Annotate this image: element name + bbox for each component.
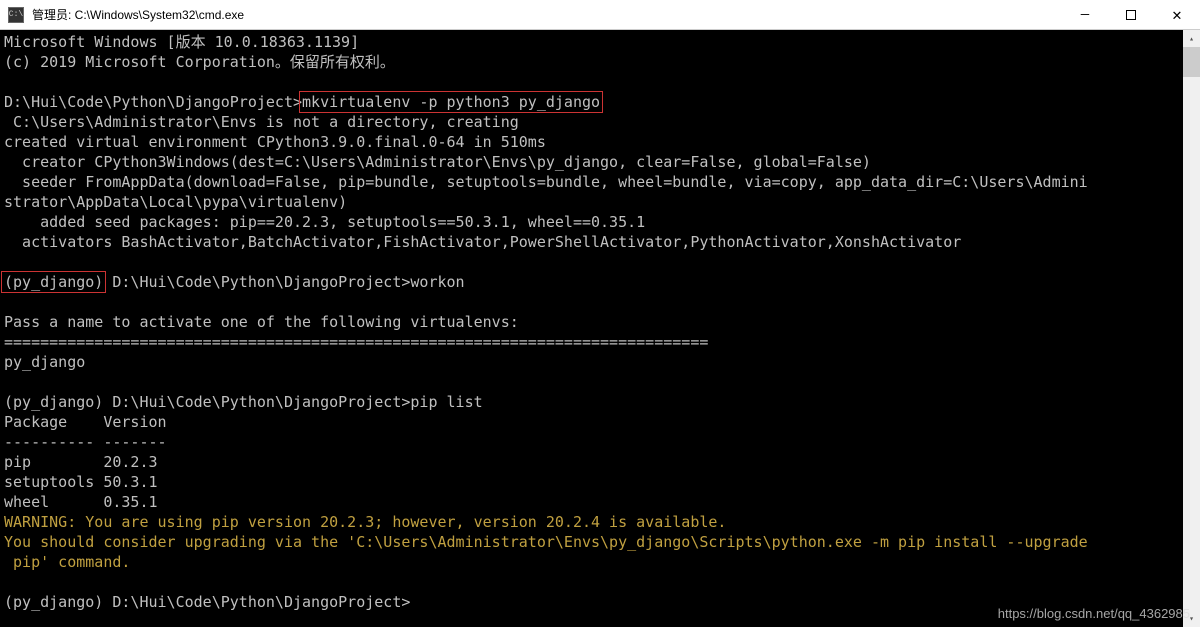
cmd-icon: C:\	[8, 7, 24, 23]
line: strator\AppData\Local\pypa\virtualenv)	[4, 193, 347, 211]
line: C:\Users\Administrator\Envs is not a dir…	[4, 113, 519, 131]
line: (c) 2019 Microsoft Corporation。保留所有权利。	[4, 53, 395, 71]
line: creator CPython3Windows(dest=C:\Users\Ad…	[4, 153, 871, 171]
close-button[interactable]: ✕	[1154, 0, 1200, 29]
line: added seed packages: pip==20.2.3, setupt…	[4, 213, 645, 231]
warning-line: WARNING: You are using pip version 20.2.…	[4, 513, 726, 531]
line: Package Version	[4, 413, 167, 431]
maximize-icon	[1126, 10, 1136, 20]
line: (py_django) D:\Hui\Code\Python\DjangoPro…	[4, 393, 483, 411]
highlight-box-command: mkvirtualenv -p python3 py_django	[299, 91, 603, 113]
terminal-output[interactable]: Microsoft Windows [版本 10.0.18363.1139] (…	[0, 30, 1200, 627]
minimize-button[interactable]: —	[1062, 0, 1108, 29]
line: py_django	[4, 353, 85, 371]
line: Pass a name to activate one of the follo…	[4, 313, 519, 331]
line: seeder FromAppData(download=False, pip=b…	[4, 173, 1088, 191]
line: D:\Hui\Code\Python\DjangoProject>workon	[103, 273, 464, 291]
window-title: 管理员: C:\Windows\System32\cmd.exe	[30, 6, 1062, 23]
line: Microsoft Windows [版本 10.0.18363.1139]	[4, 33, 359, 51]
cmd-window: C:\ 管理员: C:\Windows\System32\cmd.exe — ✕…	[0, 0, 1200, 627]
line: ========================================…	[4, 333, 708, 351]
line: setuptools 50.3.1	[4, 473, 158, 491]
scroll-thumb[interactable]	[1183, 47, 1200, 77]
scroll-up-icon[interactable]: ▴	[1183, 30, 1200, 47]
maximize-button[interactable]	[1108, 0, 1154, 29]
line: activators BashActivator,BatchActivator,…	[4, 233, 961, 251]
titlebar[interactable]: C:\ 管理员: C:\Windows\System32\cmd.exe — ✕	[0, 0, 1200, 30]
vertical-scrollbar[interactable]: ▴ ▾	[1183, 30, 1200, 627]
warning-line: pip' command.	[4, 553, 130, 571]
watermark-text: https://blog.csdn.net/qq_4362985	[998, 606, 1190, 621]
highlight-box-env: (py_django)	[1, 271, 106, 293]
line: ---------- -------	[4, 433, 167, 451]
warning-line: You should consider upgrading via the 'C…	[4, 533, 1088, 551]
prompt: D:\Hui\Code\Python\DjangoProject>	[4, 93, 302, 111]
prompt: (py_django) D:\Hui\Code\Python\DjangoPro…	[4, 593, 410, 611]
line: pip 20.2.3	[4, 453, 158, 471]
line: wheel 0.35.1	[4, 493, 158, 511]
window-controls: — ✕	[1062, 0, 1200, 29]
line: created virtual environment CPython3.9.0…	[4, 133, 546, 151]
